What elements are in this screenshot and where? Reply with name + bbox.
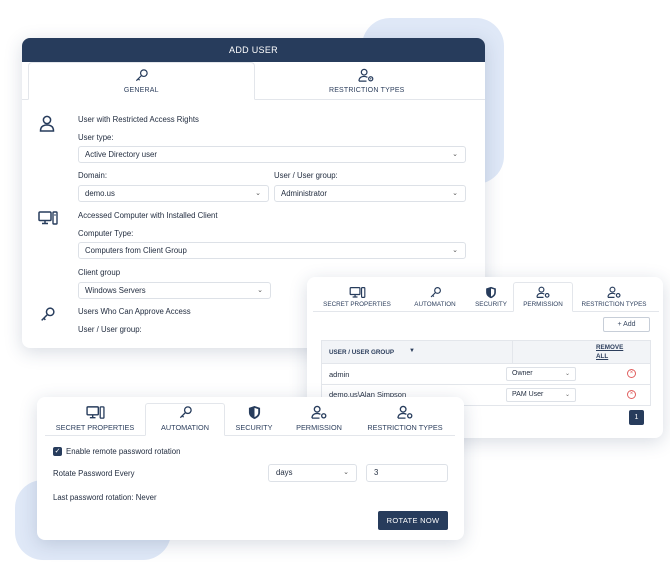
tab-label: PERMISSION xyxy=(296,423,342,432)
user-group-value: Administrator xyxy=(281,189,327,198)
shield-icon xyxy=(248,406,260,419)
dialog-title: ADD USER xyxy=(22,38,485,62)
tab-restriction-types[interactable]: RESTRICTION TYPES xyxy=(355,403,455,435)
tab-automation[interactable]: AUTOMATION xyxy=(145,403,225,436)
tab-permission[interactable]: PERMISSION xyxy=(513,282,573,312)
chevron-down-icon: ⌄ xyxy=(452,247,458,254)
tab-label: SECURITY xyxy=(475,301,507,308)
role-value: PAM User xyxy=(512,391,544,398)
chevron-down-icon: ⌄ xyxy=(255,190,261,197)
tab-restriction-types[interactable]: RESTRICTION TYPES xyxy=(573,282,655,311)
user-group-label: User / User group: xyxy=(274,171,338,180)
user-type-select[interactable]: Active Directory user ⌄ xyxy=(78,146,466,163)
user-section-heading: User with Restricted Access Rights xyxy=(78,115,199,124)
automation-tabs: SECRET PROPERTIES AUTOMATION SECURITY PE… xyxy=(45,403,455,436)
tab-security[interactable]: SECURITY xyxy=(469,282,513,311)
computer-icon xyxy=(38,211,58,225)
tab-permission[interactable]: PERMISSION xyxy=(283,403,355,435)
computer-icon xyxy=(349,287,365,298)
user-gear-icon xyxy=(396,405,412,419)
tab-label: SECURITY xyxy=(235,423,273,432)
tab-label: RESTRICTION TYPES xyxy=(581,301,647,308)
user-type-label: User type: xyxy=(78,133,114,142)
shield-icon xyxy=(486,286,496,299)
remove-icon[interactable]: × xyxy=(627,390,636,399)
enable-rotation-checkbox[interactable]: ✓ xyxy=(53,447,62,456)
key-icon xyxy=(135,69,148,82)
remove-all-line1: REMOVE xyxy=(596,344,624,351)
domain-select[interactable]: demo.us ⌄ xyxy=(78,185,269,202)
client-group-value: Windows Servers xyxy=(85,286,146,295)
key-icon xyxy=(430,287,441,298)
add-button[interactable]: + Add xyxy=(603,317,650,332)
tab-label: PERMISSION xyxy=(523,301,563,308)
permission-tabs: SECRET PROPERTIES AUTOMATION SECURITY PE… xyxy=(313,282,659,312)
user-group-select[interactable]: Administrator ⌄ xyxy=(274,185,466,202)
tab-secret-properties[interactable]: SECRET PROPERTIES xyxy=(45,403,145,435)
domain-value: demo.us xyxy=(85,189,115,198)
tab-security[interactable]: SECURITY xyxy=(225,403,283,435)
tab-label: RESTRICTION TYPES xyxy=(328,87,405,94)
rotate-now-button[interactable]: ROTATE NOW xyxy=(378,511,448,530)
approve-user-group-label: User / User group: xyxy=(78,325,142,334)
sort-down-icon[interactable]: ▼ xyxy=(409,348,415,354)
user-gear-icon xyxy=(535,286,550,298)
table-header: USER / USER GROUP ▼ REMOVE ALL xyxy=(321,340,651,364)
chevron-down-icon: ⌄ xyxy=(564,371,570,377)
rotate-every-label: Rotate Password Every xyxy=(53,469,135,478)
computer-type-label: Computer Type: xyxy=(78,229,134,238)
user-gear-icon xyxy=(606,286,621,298)
tab-automation[interactable]: AUTOMATION xyxy=(401,282,469,311)
enable-rotation-label: Enable remote password rotation xyxy=(66,447,181,456)
tab-label: AUTOMATION xyxy=(414,301,456,308)
role-select[interactable]: PAM User ⌄ xyxy=(506,388,576,402)
chevron-down-icon: ⌄ xyxy=(452,151,458,158)
tab-restriction-types[interactable]: RESTRICTION TYPES xyxy=(255,62,480,99)
chevron-down-icon: ⌄ xyxy=(564,392,570,398)
column-header-user[interactable]: USER / USER GROUP xyxy=(329,349,394,356)
period-unit-select[interactable]: days ⌄ xyxy=(268,464,357,482)
user-gear-icon xyxy=(310,405,326,419)
tab-label: AUTOMATION xyxy=(161,423,209,432)
column-divider xyxy=(512,341,513,363)
domain-label: Domain: xyxy=(78,171,108,180)
tab-secret-properties[interactable]: SECRET PROPERTIES xyxy=(313,282,401,311)
automation-panel: SECRET PROPERTIES AUTOMATION SECURITY PE… xyxy=(37,397,464,540)
add-user-tabs: GENERAL RESTRICTION TYPES xyxy=(22,62,485,100)
user-type-value: Active Directory user xyxy=(85,150,157,159)
key-icon xyxy=(41,307,55,321)
key-icon xyxy=(179,406,192,419)
remove-all-link[interactable]: REMOVE ALL xyxy=(596,344,623,360)
table-row: admin Owner ⌄ × xyxy=(321,364,651,385)
computer-type-select[interactable]: Computers from Client Group ⌄ xyxy=(78,242,466,259)
tab-label: SECRET PROPERTIES xyxy=(55,423,135,432)
period-value-input[interactable]: 3 xyxy=(366,464,448,482)
computer-type-value: Computers from Client Group xyxy=(85,246,187,255)
client-group-label: Client group xyxy=(78,268,121,277)
remove-all-line2: ALL xyxy=(596,353,609,360)
tab-label: RESTRICTION TYPES xyxy=(367,423,443,432)
user-icon xyxy=(39,115,55,132)
chevron-down-icon: ⌄ xyxy=(343,469,349,476)
remove-icon[interactable]: × xyxy=(627,369,636,378)
chevron-down-icon: ⌄ xyxy=(257,287,263,294)
role-select[interactable]: Owner ⌄ xyxy=(506,367,576,381)
computer-icon xyxy=(85,406,105,419)
computer-section-heading: Accessed Computer with Installed Client xyxy=(78,211,218,220)
period-unit-value: days xyxy=(276,468,293,477)
tab-general[interactable]: GENERAL xyxy=(28,62,255,100)
page-number-button[interactable]: 1 xyxy=(629,410,644,425)
user-gear-icon xyxy=(358,68,374,82)
chevron-down-icon: ⌄ xyxy=(452,190,458,197)
client-group-select[interactable]: Windows Servers ⌄ xyxy=(78,282,271,299)
period-value: 3 xyxy=(374,468,379,477)
tab-label: GENERAL xyxy=(123,87,159,94)
role-value: Owner xyxy=(512,370,533,377)
last-rotation-text: Last password rotation: Never xyxy=(53,493,157,502)
tab-label: SECRET PROPERTIES xyxy=(323,301,391,308)
row-user-name: admin xyxy=(329,370,350,379)
approve-section-heading: Users Who Can Approve Access xyxy=(78,307,191,316)
